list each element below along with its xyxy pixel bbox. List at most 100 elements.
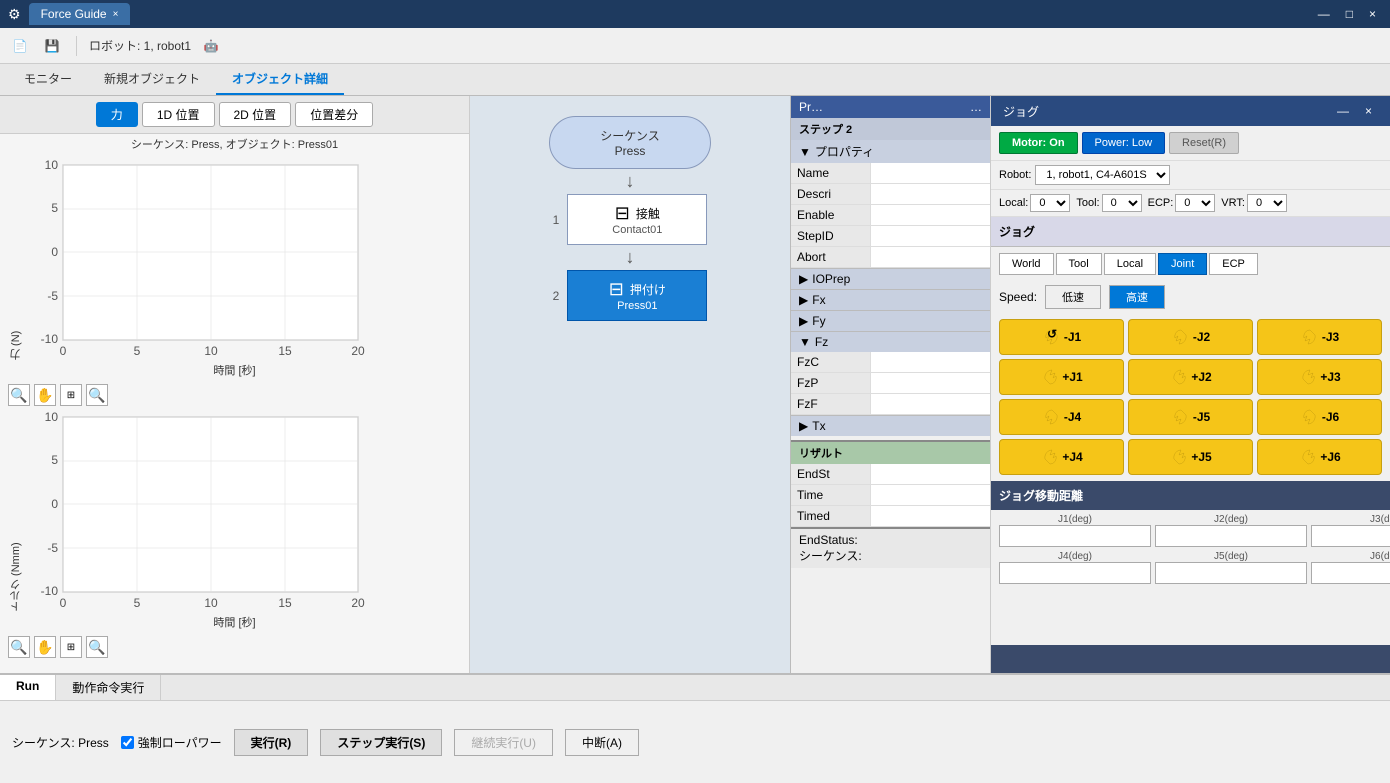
jog-mode-tool[interactable]: Tool bbox=[1056, 253, 1102, 275]
chart-tab-2d[interactable]: 2D 位置 bbox=[219, 102, 292, 127]
jog-minus-j2[interactable]: -J2 bbox=[1128, 319, 1253, 355]
sequence-label: シーケンス bbox=[600, 127, 659, 144]
step-label: ステップ 2 bbox=[791, 118, 990, 140]
fx-label: Fx bbox=[812, 293, 825, 307]
props-section-fx[interactable]: ▶ Fx bbox=[791, 289, 990, 310]
jog-minus-j1[interactable]: ↺ -J1 bbox=[999, 319, 1124, 355]
tab-monitor[interactable]: モニター bbox=[8, 64, 88, 95]
jog-minimize-btn[interactable]: — bbox=[1331, 102, 1355, 120]
props-val-abort[interactable] bbox=[871, 247, 990, 267]
flow-step-2-row: 2 ⊟ 押付け Press01 bbox=[553, 270, 708, 321]
j1-input-label: J1(deg) bbox=[999, 514, 1151, 525]
fz-label: Fz bbox=[815, 335, 828, 349]
vrt-select[interactable]: 0 bbox=[1247, 194, 1287, 212]
reset-button[interactable]: Reset(R) bbox=[1169, 132, 1239, 154]
props-val-fzf[interactable] bbox=[871, 394, 990, 414]
zoom-in-btn-1[interactable]: 🔍 bbox=[8, 384, 30, 406]
jog-mode-world[interactable]: World bbox=[999, 253, 1054, 275]
fit-btn-2[interactable]: ⊞ bbox=[60, 636, 82, 658]
jog-header-controls: — × bbox=[1331, 102, 1378, 120]
local-select[interactable]: 0 bbox=[1030, 194, 1070, 212]
jog-plus-j5[interactable]: +J5 bbox=[1128, 439, 1253, 475]
flow-sequence-box[interactable]: シーケンス Press bbox=[549, 116, 710, 169]
force-check-input[interactable] bbox=[121, 736, 134, 749]
ecp-select-group: ECP: 0 bbox=[1148, 194, 1216, 212]
jog-plus-j3[interactable]: +J3 bbox=[1257, 359, 1382, 395]
props-val-fzc[interactable] bbox=[871, 352, 990, 372]
zoom-in-btn-2[interactable]: 🔍 bbox=[8, 636, 30, 658]
minimize-button[interactable]: — bbox=[1312, 5, 1336, 23]
force-check-label[interactable]: 強制ローパワー bbox=[121, 734, 222, 751]
pan-btn-2[interactable]: ✋ bbox=[34, 636, 56, 658]
chart-tab-force[interactable]: 力 bbox=[96, 102, 138, 127]
jog-minus-j5[interactable]: -J5 bbox=[1128, 399, 1253, 435]
motor-on-button[interactable]: Motor: On bbox=[999, 132, 1078, 154]
jog-section-label: ジョグ bbox=[991, 217, 1390, 247]
props-section-ioprep[interactable]: ▶ IOPrep bbox=[791, 268, 990, 289]
abort-button[interactable]: 中断(A) bbox=[565, 729, 639, 756]
jog-title: ジョグ bbox=[1003, 103, 1039, 120]
jog-plus-j2[interactable]: +J2 bbox=[1128, 359, 1253, 395]
jog-minus-j3[interactable]: -J3 bbox=[1257, 319, 1382, 355]
j3-input[interactable] bbox=[1311, 525, 1390, 547]
props-val-name[interactable] bbox=[871, 163, 990, 183]
props-val-enable[interactable] bbox=[871, 205, 990, 225]
props-val-stepid[interactable] bbox=[871, 226, 990, 246]
props-header: Pr… … bbox=[791, 96, 990, 118]
j6-input[interactable] bbox=[1311, 562, 1390, 584]
jog-plus-j6[interactable]: +J6 bbox=[1257, 439, 1382, 475]
robot-select[interactable]: 1, robot1, C4-A601S bbox=[1035, 165, 1170, 185]
left-panel: 力 1D 位置 2D 位置 位置差分 シーケンス: Press, オブジェクト:… bbox=[0, 96, 470, 673]
jog-mode-ecp[interactable]: ECP bbox=[1209, 253, 1258, 275]
speed-low-btn[interactable]: 低速 bbox=[1045, 285, 1101, 309]
pan-btn-1[interactable]: ✋ bbox=[34, 384, 56, 406]
props-section-fy[interactable]: ▶ Fy bbox=[791, 310, 990, 331]
power-low-button[interactable]: Power: Low bbox=[1082, 132, 1165, 154]
bottom-tab-run[interactable]: Run bbox=[0, 675, 56, 700]
jog-plus-j4[interactable]: +J4 bbox=[999, 439, 1124, 475]
tab-new-object[interactable]: 新規オブジェクト bbox=[88, 64, 216, 95]
flow-contact-box[interactable]: ⊟ 接触 Contact01 bbox=[567, 194, 707, 245]
close-button[interactable]: × bbox=[1363, 5, 1382, 23]
maximize-button[interactable]: □ bbox=[1340, 5, 1359, 23]
fit-btn-1[interactable]: ⊞ bbox=[60, 384, 82, 406]
props-section-properties[interactable]: ▼ プロパティ bbox=[791, 140, 990, 163]
j4-input[interactable] bbox=[999, 562, 1151, 584]
robot-config-icon[interactable]: 🤖 bbox=[199, 34, 223, 58]
bottom-status-area: EndStatus: シーケンス: bbox=[791, 527, 990, 568]
tab-close-icon[interactable]: × bbox=[113, 9, 119, 20]
run-button[interactable]: 実行(R) bbox=[234, 729, 309, 756]
props-section-fz[interactable]: ▼ Fz bbox=[791, 331, 990, 352]
speed-high-btn[interactable]: 高速 bbox=[1109, 285, 1165, 309]
props-val-descri[interactable] bbox=[871, 184, 990, 204]
props-val-fzp[interactable] bbox=[871, 373, 990, 393]
bottom-tab-action[interactable]: 動作命令実行 bbox=[56, 675, 161, 700]
jog-plus-j1[interactable]: +J1 bbox=[999, 359, 1124, 395]
flow-press-box[interactable]: ⊟ 押付け Press01 bbox=[567, 270, 707, 321]
app-tab[interactable]: Force Guide × bbox=[29, 3, 131, 25]
j5-input[interactable] bbox=[1155, 562, 1307, 584]
flow-press-inner: ⊟ 押付け bbox=[609, 279, 666, 300]
zoom-out-btn-2[interactable]: 🔍 bbox=[86, 636, 108, 658]
jog-minus-j4[interactable]: -J4 bbox=[999, 399, 1124, 435]
jog-close-btn[interactable]: × bbox=[1359, 102, 1378, 120]
jog-mode-joint[interactable]: Joint bbox=[1158, 253, 1207, 275]
j2-input[interactable] bbox=[1155, 525, 1307, 547]
props-section-tx[interactable]: ▶ Tx bbox=[791, 415, 990, 436]
new-file-icon[interactable]: 📄 bbox=[8, 34, 32, 58]
step-run-button[interactable]: ステップ実行(S) bbox=[320, 729, 442, 756]
zoom-out-btn-1[interactable]: 🔍 bbox=[86, 384, 108, 406]
j4-input-group: J4(deg) bbox=[999, 551, 1151, 641]
jog-minus-j6[interactable]: -J6 bbox=[1257, 399, 1382, 435]
continue-run-button[interactable]: 継続実行(U) bbox=[454, 729, 553, 756]
chart-tab-diff[interactable]: 位置差分 bbox=[295, 102, 373, 127]
tool-label: Tool: bbox=[1076, 197, 1099, 209]
ecp-select[interactable]: 0 bbox=[1175, 194, 1215, 212]
tool-select[interactable]: 0 bbox=[1102, 194, 1142, 212]
j1-input[interactable] bbox=[999, 525, 1151, 547]
props-key-endst: EndSt bbox=[791, 464, 871, 484]
save-icon[interactable]: 💾 bbox=[40, 34, 64, 58]
jog-mode-local[interactable]: Local bbox=[1104, 253, 1156, 275]
chart-tab-1d[interactable]: 1D 位置 bbox=[142, 102, 215, 127]
tab-object-detail[interactable]: オブジェクト詳細 bbox=[216, 64, 344, 95]
